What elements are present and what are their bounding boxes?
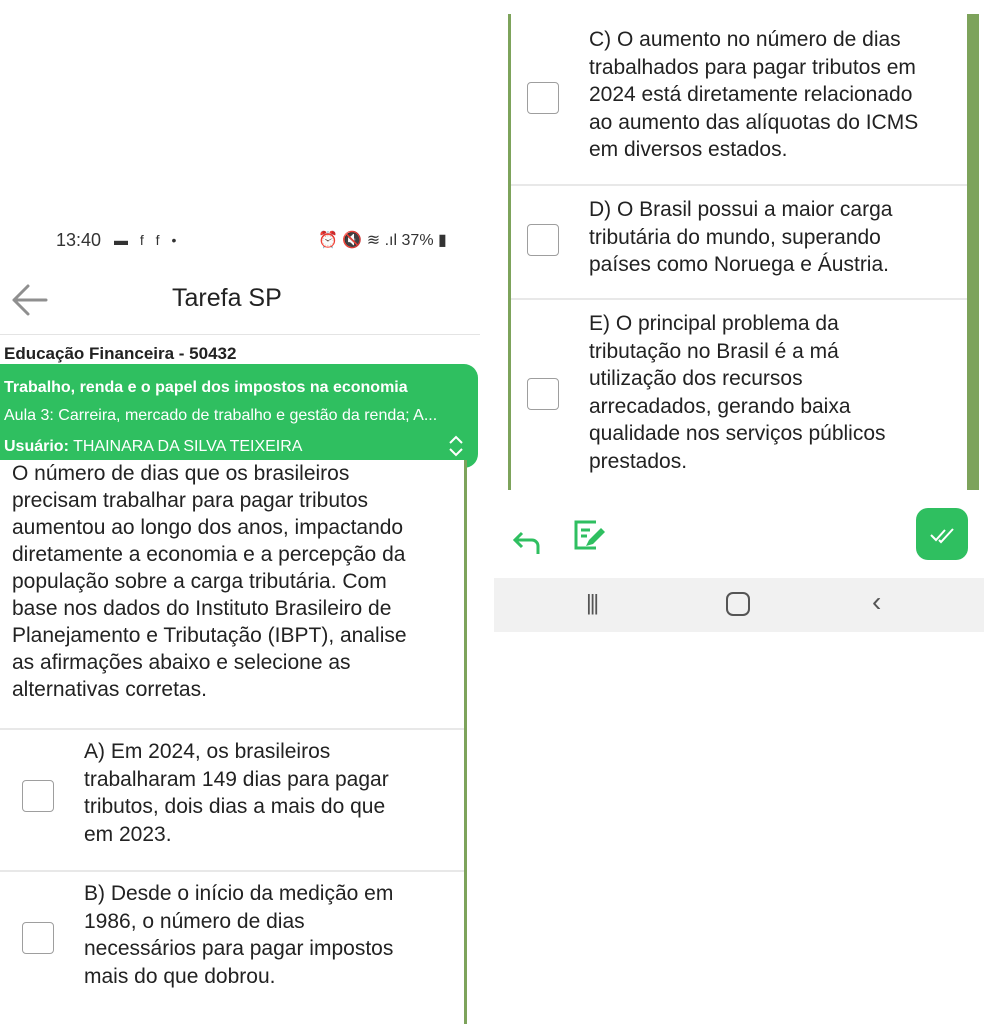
option-e[interactable]: E) O principal problema da tributação no …: [511, 310, 975, 480]
divider: [0, 870, 464, 872]
option-a-text: A) Em 2024, os brasileiros trabalharam 14…: [84, 740, 389, 846]
wifi-icon: ≋: [366, 232, 381, 249]
recent-apps-icon[interactable]: |||: [586, 590, 599, 616]
page-title: Tarefa SP: [172, 284, 282, 312]
lesson-topic: Trabalho, renda e o papel dos impostos n…: [4, 379, 408, 396]
battery-level: 37%: [401, 232, 434, 249]
arrow-left-icon[interactable]: [10, 282, 50, 318]
question-line: as afirmações abaixo e selecione as: [12, 651, 351, 674]
option-b-text: B) Desde o início da medição em 1986, o n…: [84, 882, 394, 988]
option-d[interactable]: D) O Brasil possui a maior carga tributár…: [511, 196, 975, 300]
question-line: população sobre a carga tributária. Com: [12, 570, 387, 593]
question-text: O número de dias que os brasileiros prec…: [12, 460, 452, 703]
question-line: diretamente a economia e a percepção da: [12, 543, 406, 566]
divider: [0, 728, 464, 730]
question-card: O número de dias que os brasileiros prec…: [0, 460, 467, 1024]
checkbox-c[interactable]: [527, 82, 559, 114]
question-line: Planejamento e Tributação (IBPT), analis…: [12, 624, 407, 647]
status-bar: 13:40 ▬ f f • ⏰ 🔇 ≋ .ıl 37% ▮: [0, 222, 480, 258]
system-icons: ⏰ 🔇 ≋ .ıl 37% ▮: [318, 230, 447, 250]
edit-note-icon[interactable]: [572, 518, 606, 552]
checkbox-b[interactable]: [22, 922, 54, 954]
status-time: 13:40: [56, 230, 102, 250]
question-line: aumentou ao longo dos anos, impactando: [12, 516, 404, 539]
option-d-text: D) O Brasil possui a maior carga tributár…: [589, 198, 893, 276]
battery-icon: ▮: [438, 232, 447, 249]
home-icon[interactable]: [726, 592, 750, 616]
signal-icon: .ıl: [384, 232, 398, 249]
user-line: Usuário: THAINARA DA SILVA TEIXEIRA: [4, 438, 302, 456]
mute-icon: 🔇: [342, 232, 363, 249]
option-c[interactable]: C) O aumento no número de dias trabalhado…: [511, 26, 975, 186]
chevron-left-icon[interactable]: ‹: [872, 586, 881, 618]
checkbox-d[interactable]: [527, 224, 559, 256]
checkbox-a[interactable]: [22, 780, 54, 812]
question-line: base nos dados do Instituto Brasileiro d…: [12, 597, 392, 620]
lesson-banner[interactable]: Trabalho, renda e o papel dos impostos n…: [0, 364, 478, 468]
question-line: precisam trabalhar para pagar tributos: [12, 489, 369, 512]
expand-collapse-icon[interactable]: [446, 434, 466, 459]
alarm-icon: ⏰: [318, 232, 338, 249]
divider: [511, 298, 967, 300]
left-screen: 13:40 ▬ f f • ⏰ 🔇 ≋ .ıl 37% ▮ Tarefa SP …: [0, 0, 480, 1024]
double-check-icon[interactable]: [916, 508, 968, 560]
system-nav-bar: ||| ‹: [494, 578, 984, 632]
option-e-text: E) O principal problema da tributação no …: [589, 312, 886, 473]
question-line: alternativas corretas.: [12, 678, 207, 701]
question-line: O número de dias que os brasileiros: [12, 462, 350, 485]
checkbox-e[interactable]: [527, 378, 559, 410]
option-a[interactable]: A) Em 2024, os brasileiros trabalharam 14…: [0, 738, 464, 868]
notification-icons: ▬ f f •: [114, 232, 181, 248]
divider: [511, 184, 967, 186]
reply-icon[interactable]: [512, 530, 542, 563]
user-label: Usuário:: [4, 438, 69, 455]
course-name: Educação Financeira - 50432: [4, 344, 237, 363]
right-screen: C) O aumento no número de dias trabalhado…: [494, 0, 984, 1024]
lesson-title: Aula 3: Carreira, mercado de trabalho e …: [4, 407, 438, 424]
option-b[interactable]: B) Desde o início da medição em 1986, o n…: [0, 880, 464, 1010]
app-bar: Tarefa SP: [0, 270, 480, 335]
option-c-text: C) O aumento no número de dias trabalhado…: [589, 28, 919, 161]
user-name: THAINARA DA SILVA TEIXEIRA: [73, 438, 303, 455]
options-card: C) O aumento no número de dias trabalhado…: [508, 14, 979, 490]
